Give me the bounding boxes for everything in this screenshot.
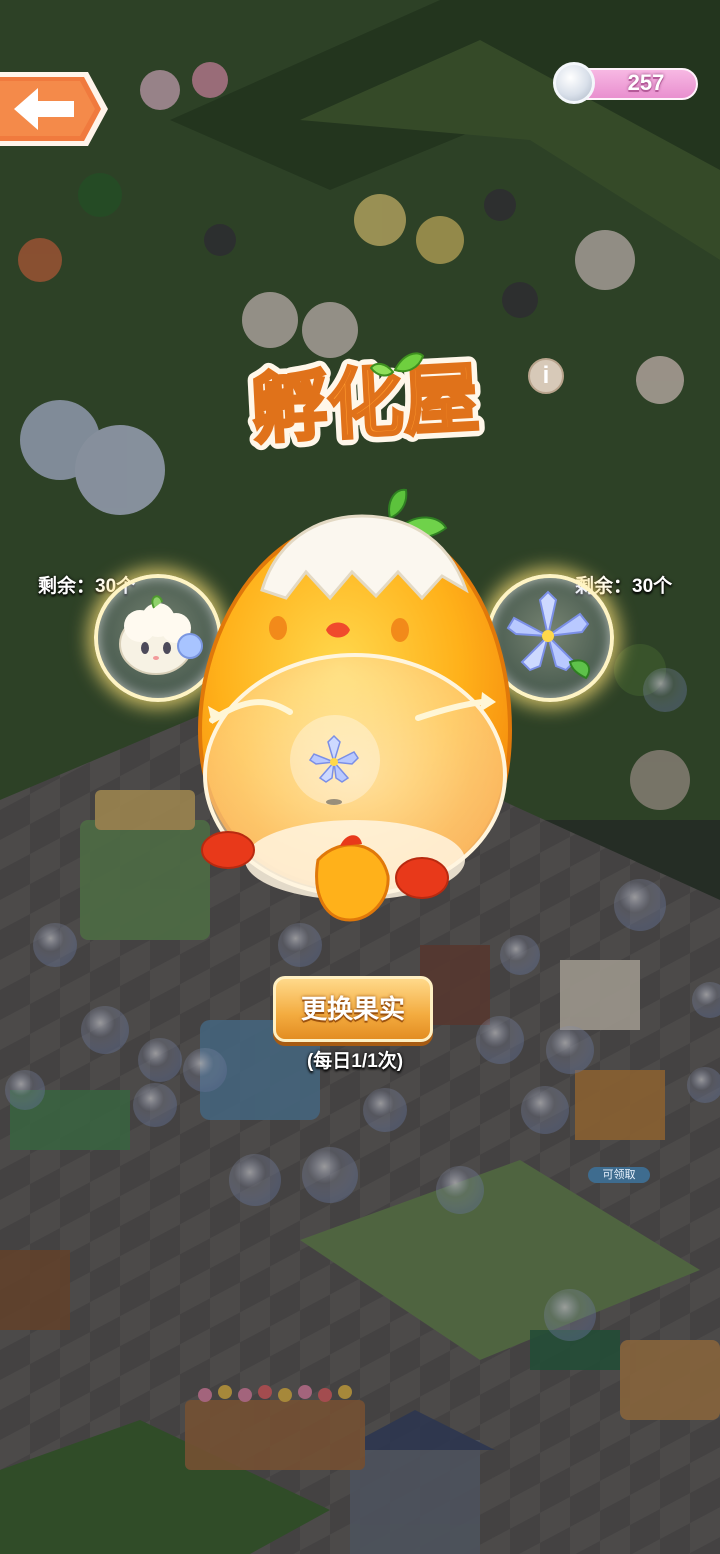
back-button[interactable]: [0, 70, 110, 148]
title-logo: 孵化屋 孵化屋: [242, 346, 488, 461]
title-text: 孵化屋: [249, 353, 481, 454]
info-button[interactable]: i: [528, 358, 564, 394]
daily-swap-limit: (每日1/1次): [306, 1051, 404, 1072]
silver-coin-icon: [553, 62, 595, 104]
hatch-house-title: 孵化屋 孵化屋: [215, 340, 515, 461]
currency-amount: 257: [627, 70, 665, 95]
currency-counter: 257: [553, 62, 698, 104]
claimable-badge[interactable]: 可领取: [588, 1167, 650, 1183]
swap-fruit-button[interactable]: 更换果实: [273, 976, 433, 1042]
hatcher-illustration: [197, 488, 513, 922]
chick-egg-hatcher-icon: [190, 480, 535, 950]
left-arrow-icon: [0, 72, 108, 146]
